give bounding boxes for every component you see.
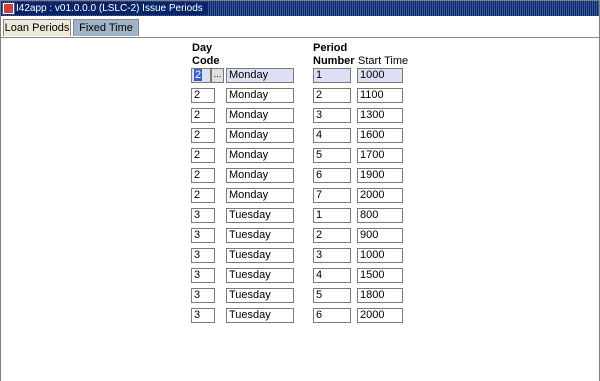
period-number-field[interactable]: 7 <box>313 188 351 203</box>
tab-loan-periods[interactable]: Loan Periods <box>3 19 71 36</box>
tab-strip: Loan Periods Fixed Time <box>1 18 599 37</box>
start-time-field[interactable]: 1600 <box>357 128 403 143</box>
day-header-line2: Code <box>192 55 220 67</box>
form-content: Day Code Period Number Start Time 2... Mo… <box>1 37 599 381</box>
period-header-line2: Number <box>313 55 355 67</box>
day-code-field[interactable]: 2 <box>191 88 215 103</box>
day-name-field[interactable]: Monday <box>226 148 294 163</box>
period-number-field[interactable]: 1 <box>313 68 351 83</box>
start-time-field[interactable]: 800 <box>357 208 403 223</box>
period-number-field[interactable]: 1 <box>313 208 351 223</box>
start-time-field[interactable]: 1900 <box>357 168 403 183</box>
period-number-field[interactable]: 6 <box>313 308 351 323</box>
period-number-field[interactable]: 5 <box>313 148 351 163</box>
day-code-field[interactable]: 3 <box>191 288 215 303</box>
title-bar[interactable]: I42app : v01.0.0.0 (LSLC-2) Issue Period… <box>1 1 599 16</box>
period-header-line1: Period <box>313 42 348 54</box>
day-name-field[interactable]: Tuesday <box>226 308 294 323</box>
tab-fixed-time[interactable]: Fixed Time <box>73 19 139 36</box>
day-code-field[interactable]: 3 <box>191 208 215 223</box>
window-title: I42app : v01.0.0.0 (LSLC-2) Issue Period… <box>16 2 207 15</box>
start-time-field[interactable]: 1700 <box>357 148 403 163</box>
period-number-field[interactable]: 4 <box>313 128 351 143</box>
day-code-field[interactable]: 3 <box>191 308 215 323</box>
day-header-line1: Day <box>192 42 213 54</box>
app-window: I42app : v01.0.0.0 (LSLC-2) Issue Period… <box>0 0 600 381</box>
period-number-field[interactable]: 3 <box>313 108 351 123</box>
day-name-field[interactable]: Tuesday <box>226 268 294 283</box>
period-number-field[interactable]: 3 <box>313 248 351 263</box>
period-number-field[interactable]: 4 <box>313 268 351 283</box>
start-time-field[interactable]: 1800 <box>357 288 403 303</box>
start-time-field[interactable]: 1100 <box>357 88 403 103</box>
day-name-field[interactable]: Tuesday <box>226 248 294 263</box>
day-code-field[interactable]: 2 <box>191 108 215 123</box>
day-code-field[interactable]: 2 <box>191 188 215 203</box>
day-code-field[interactable]: 3 <box>191 228 215 243</box>
day-code-field[interactable]: 2 <box>191 148 215 163</box>
day-code-field[interactable]: 2 <box>191 168 215 183</box>
start-time-field[interactable]: 2000 <box>357 188 403 203</box>
day-name-field[interactable]: Monday <box>226 68 294 83</box>
day-code-field[interactable]: 2 <box>191 128 215 143</box>
day-name-field[interactable]: Tuesday <box>226 208 294 223</box>
start-time-field[interactable]: 1300 <box>357 108 403 123</box>
day-name-field[interactable]: Monday <box>226 128 294 143</box>
start-time-field[interactable]: 1000 <box>357 248 403 263</box>
day-code-field[interactable]: 3 <box>191 248 215 263</box>
app-icon <box>3 3 14 14</box>
period-number-field[interactable]: 6 <box>313 168 351 183</box>
start-time-field[interactable]: 900 <box>357 228 403 243</box>
day-name-field[interactable]: Monday <box>226 188 294 203</box>
day-name-field[interactable]: Monday <box>226 108 294 123</box>
start-time-field[interactable]: 1500 <box>357 268 403 283</box>
start-time-field[interactable]: 1000 <box>357 68 403 83</box>
day-code-field[interactable]: 2 <box>191 68 211 83</box>
day-name-field[interactable]: Monday <box>226 88 294 103</box>
period-number-field[interactable]: 2 <box>313 228 351 243</box>
period-number-field[interactable]: 2 <box>313 88 351 103</box>
day-code-value: 2 <box>194 69 203 81</box>
period-number-field[interactable]: 5 <box>313 288 351 303</box>
start-time-field[interactable]: 2000 <box>357 308 403 323</box>
day-name-field[interactable]: Tuesday <box>226 288 294 303</box>
day-name-field[interactable]: Monday <box>226 168 294 183</box>
day-code-field[interactable]: 3 <box>191 268 215 283</box>
start-time-header: Start Time <box>358 55 409 67</box>
lov-button[interactable]: ... <box>211 68 224 83</box>
day-name-field[interactable]: Tuesday <box>226 228 294 243</box>
